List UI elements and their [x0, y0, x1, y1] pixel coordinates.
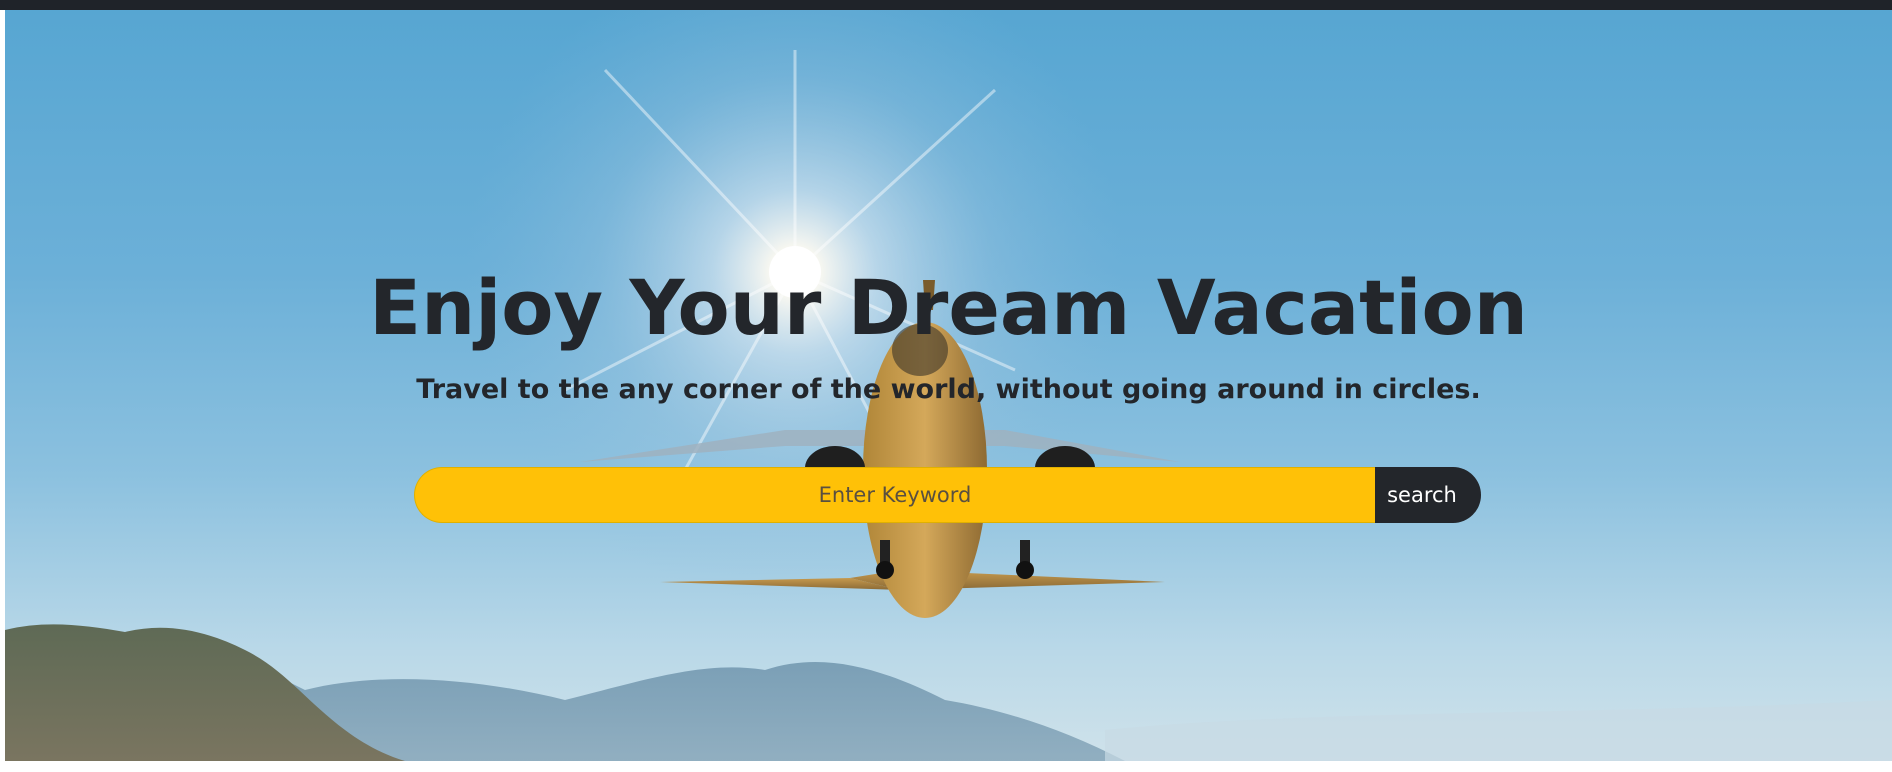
page-bottom-area — [0, 761, 1892, 772]
hero-content: Enjoy Your Dream Vacation Travel to the … — [5, 10, 1892, 761]
search-button[interactable]: search — [1375, 467, 1481, 523]
search-form: search — [414, 467, 1481, 523]
page: Enjoy Your Dream Vacation Travel to the … — [0, 0, 1892, 772]
hero-title: Enjoy Your Dream Vacation — [369, 263, 1528, 352]
hero-subtitle: Travel to the any corner of the world, w… — [416, 374, 1481, 405]
hero-section: Enjoy Your Dream Vacation Travel to the … — [5, 10, 1892, 761]
top-border-bar — [0, 0, 1892, 10]
search-input[interactable] — [414, 467, 1375, 523]
